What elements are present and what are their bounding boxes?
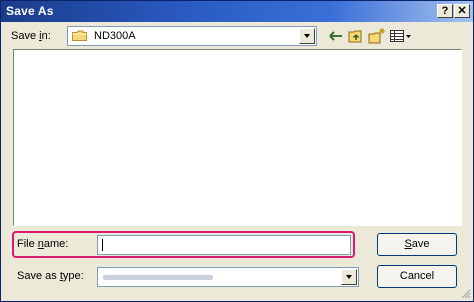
save-button-accel: S	[404, 238, 412, 250]
resize-grip-icon[interactable]	[459, 287, 471, 299]
save-as-type-value-obscured	[103, 275, 213, 280]
save-as-type-label-part: ype:	[62, 270, 84, 282]
save-button-label: ave	[411, 238, 430, 250]
text-caret	[102, 239, 103, 251]
save-in-label-part: Save	[11, 30, 40, 42]
save-as-dialog: Save As ? ✕ Save in: ND300A File name: S…	[0, 0, 474, 302]
file-name-input[interactable]	[98, 236, 350, 254]
save-as-type-dropdown[interactable]	[97, 267, 359, 287]
file-list-area[interactable]	[13, 49, 462, 226]
save-as-type-dropdown-button[interactable]	[341, 269, 357, 285]
back-arrow-icon[interactable]	[327, 27, 345, 45]
cancel-button[interactable]: Cancel	[377, 265, 457, 288]
save-in-dropdown[interactable]: ND300A	[67, 26, 317, 46]
save-button[interactable]: Save	[377, 233, 457, 256]
folder-icon	[72, 30, 87, 41]
file-name-label-part: ame:	[43, 238, 69, 250]
save-in-label: Save in:	[11, 30, 51, 42]
file-name-label: File name:	[17, 238, 68, 250]
file-name-label-part: File	[17, 238, 38, 250]
chevron-down-icon	[304, 34, 310, 38]
new-folder-icon[interactable]	[368, 27, 386, 45]
help-button[interactable]: ?	[437, 4, 453, 18]
save-in-label-part: n:	[41, 30, 51, 42]
save-as-type-label: Save as type:	[17, 270, 84, 282]
save-as-type-label-part: Save as	[17, 270, 60, 282]
save-in-value: ND300A	[94, 30, 136, 42]
save-in-dropdown-button[interactable]	[299, 28, 315, 44]
up-one-level-icon[interactable]	[347, 27, 365, 45]
view-menu-icon[interactable]	[389, 27, 413, 45]
close-button[interactable]: ✕	[454, 4, 470, 18]
dialog-title: Save As	[6, 4, 54, 18]
chevron-down-icon	[346, 275, 352, 279]
file-name-field[interactable]	[97, 235, 351, 255]
title-bar[interactable]: Save As ? ✕	[1, 1, 473, 22]
